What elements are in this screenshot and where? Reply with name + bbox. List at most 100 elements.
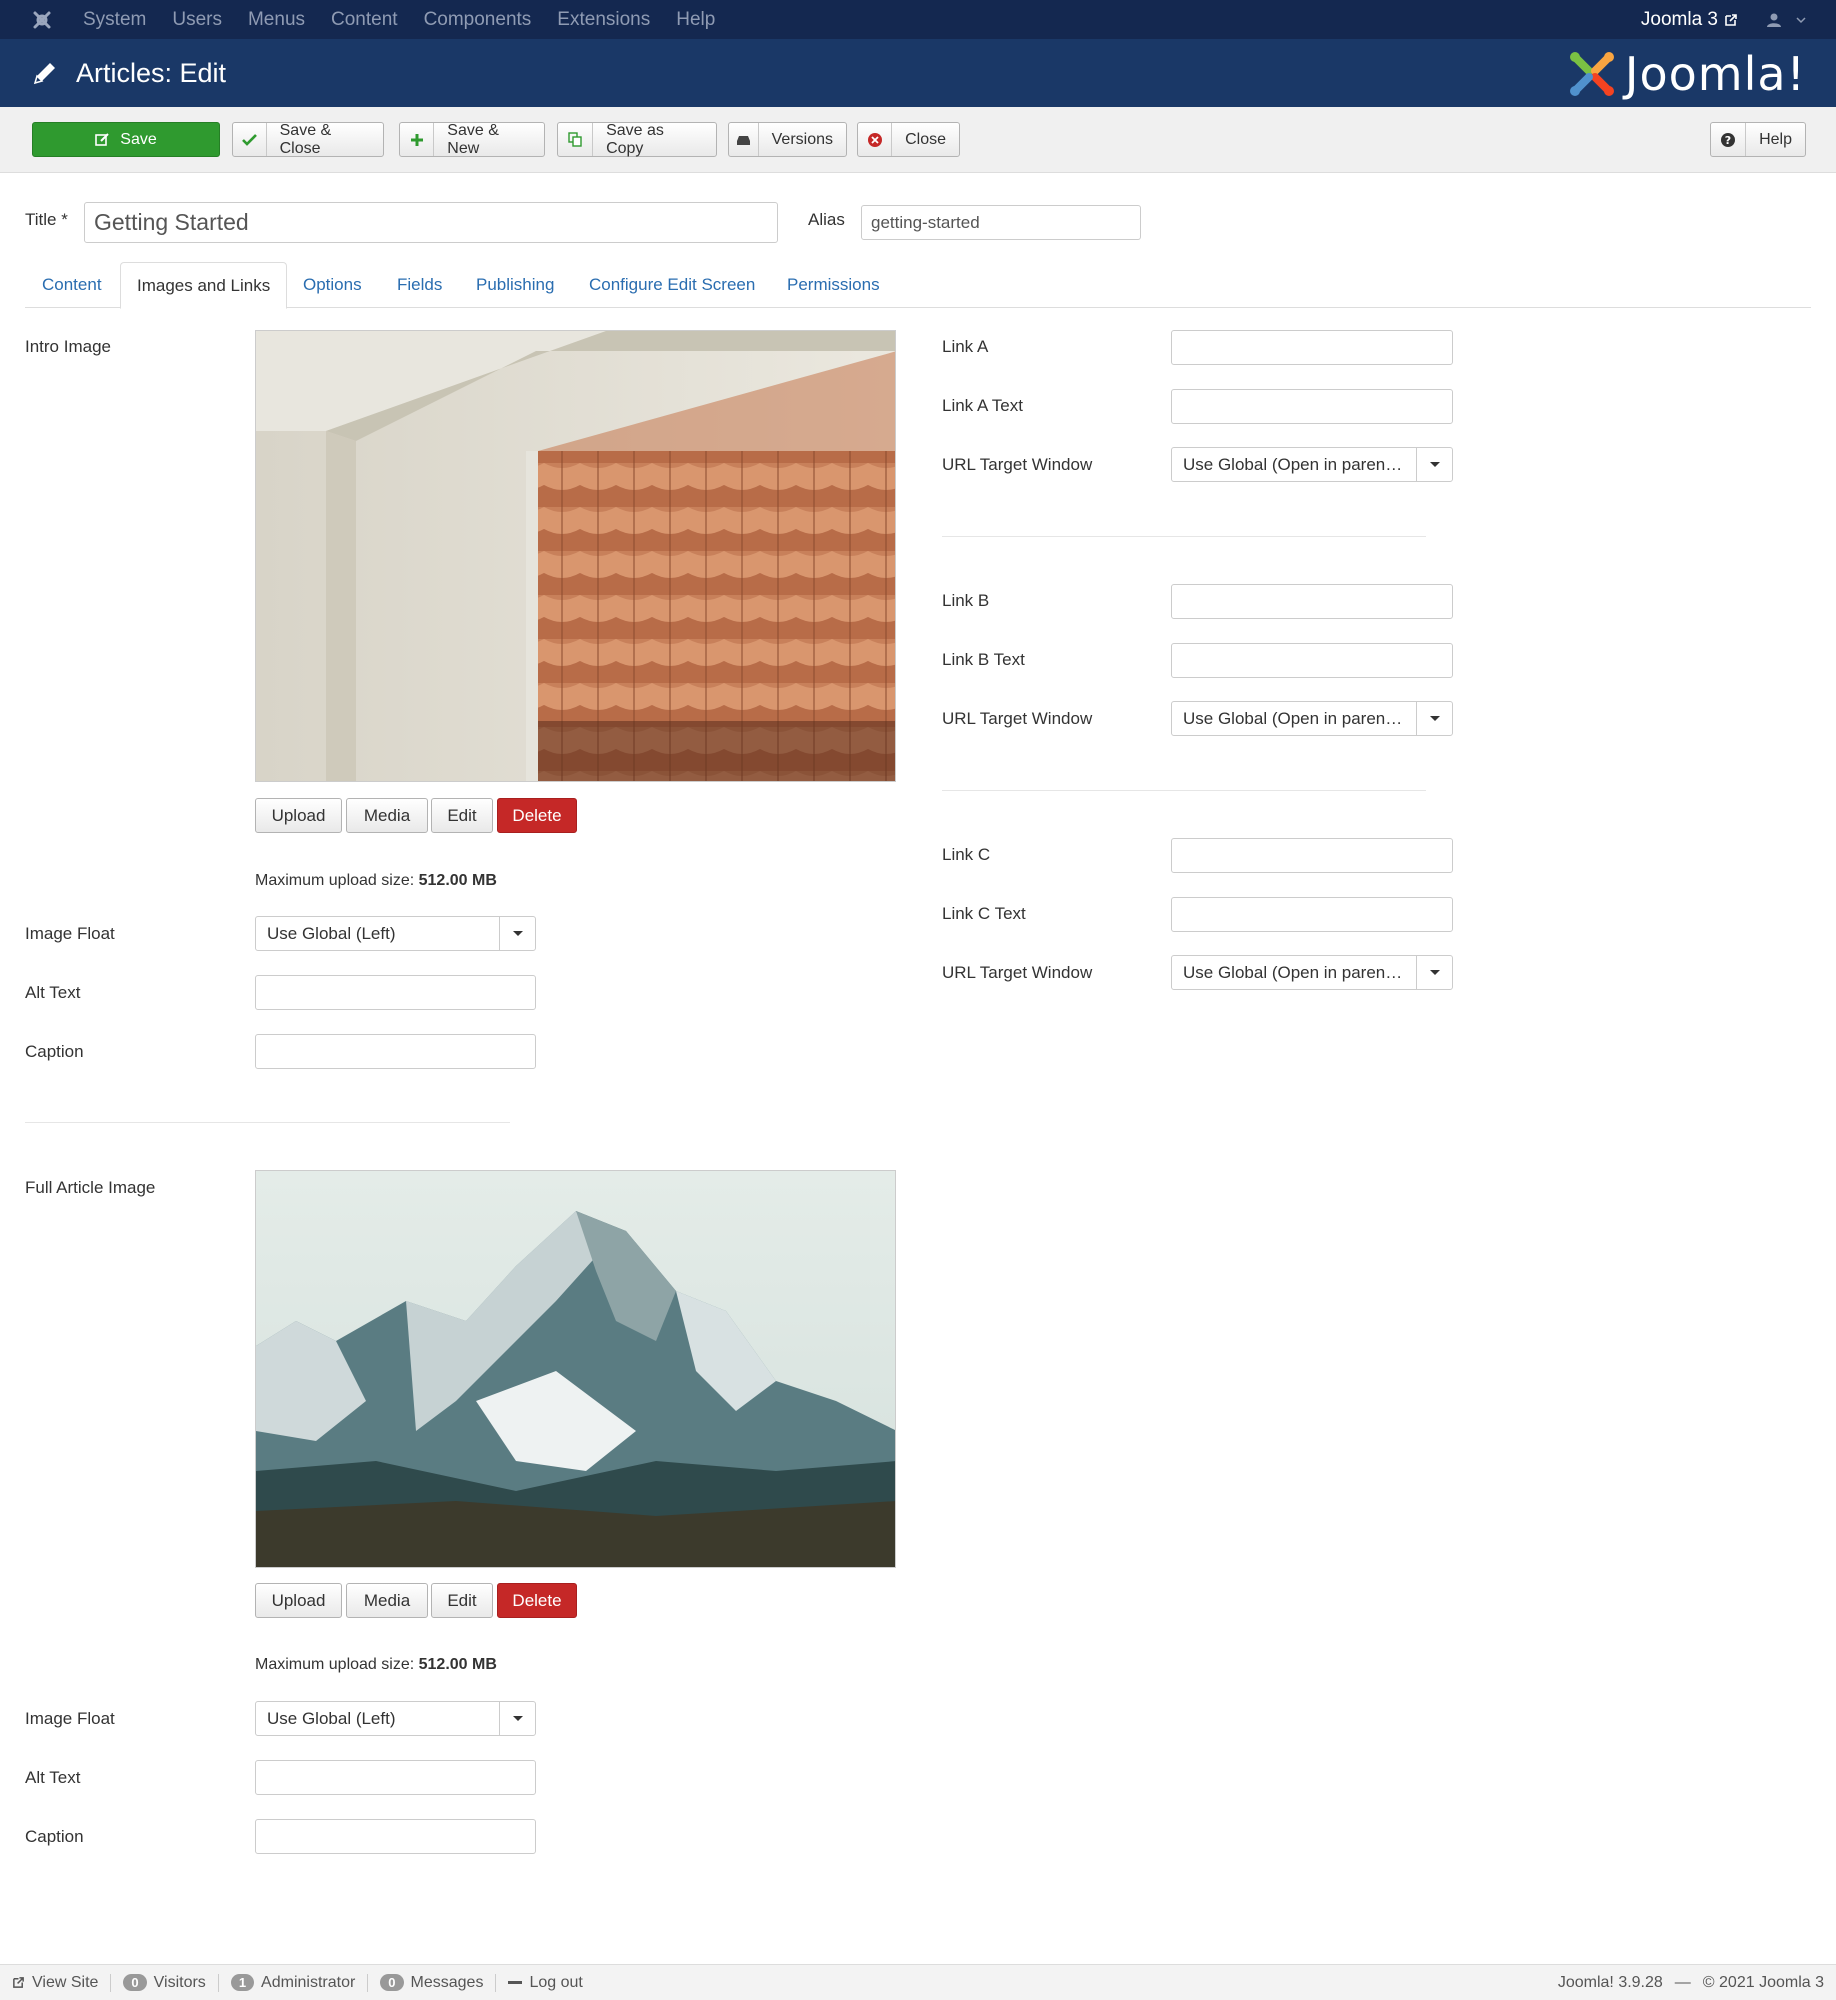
messages-label: Messages [410, 1973, 484, 1991]
intro-upload-button[interactable]: Upload [255, 798, 342, 833]
tab-publishing[interactable]: Publishing [476, 262, 554, 308]
page-header: Articles: Edit Joomla! [0, 39, 1836, 107]
intro-upload-note: Maximum upload size: 512.00 MB [255, 872, 497, 890]
close-circle-icon [858, 123, 893, 156]
full-edit-button[interactable]: Edit [431, 1583, 493, 1618]
target-b-label: URL Target Window [942, 709, 1093, 728]
menu-help[interactable]: Help [663, 9, 728, 31]
target-c-value: Use Global (Open in parent w… [1183, 962, 1416, 982]
joomla-mini-logo-icon[interactable] [28, 6, 56, 34]
logout-label: Log out [529, 1973, 583, 1991]
full-media-button[interactable]: Media [346, 1583, 428, 1618]
tab-content[interactable]: Content [42, 262, 102, 308]
status-bar: View Site 0 Visitors 1 Administrator 0 M… [0, 1964, 1836, 2000]
target-c-select[interactable]: Use Global (Open in parent w… [1171, 955, 1453, 990]
help-button[interactable]: ? Help [1710, 122, 1806, 157]
versions-button[interactable]: Versions [728, 122, 847, 157]
target-a-select[interactable]: Use Global (Open in parent w… [1171, 447, 1453, 482]
messages-link[interactable]: 0 Messages [368, 1973, 497, 1992]
menu-components[interactable]: Components [411, 9, 545, 31]
tab-fields[interactable]: Fields [397, 262, 442, 308]
target-b-select[interactable]: Use Global (Open in parent w… [1171, 701, 1453, 736]
save-button[interactable]: Save [32, 122, 220, 157]
alias-input[interactable]: getting-started [861, 205, 1141, 240]
version-label: Joomla! 3.9.28 [1557, 1974, 1663, 1991]
full-upload-note: Maximum upload size: 512.00 MB [255, 1656, 497, 1674]
title-input[interactable]: Getting Started [84, 202, 778, 243]
caret-down-icon [1416, 702, 1452, 735]
view-site-link[interactable]: View Site [0, 1973, 112, 1992]
save-button-label: Save [120, 130, 157, 148]
link-b-text-label: Link B Text [942, 650, 1025, 669]
tab-options[interactable]: Options [303, 262, 362, 308]
intro-alt-label: Alt Text [25, 983, 81, 1002]
close-button[interactable]: Close [857, 122, 960, 157]
title-label: Title * [25, 210, 68, 229]
save-close-label: Save & Close [279, 121, 332, 157]
link-c-label: Link C [942, 845, 991, 864]
administrator-link[interactable]: 1 Administrator [219, 1973, 369, 1992]
intro-upload-note-prefix: Maximum upload size: [255, 872, 419, 889]
intro-caption-label: Caption [25, 1042, 84, 1061]
help-label: Help [1759, 130, 1792, 148]
link-c-input[interactable] [1171, 838, 1453, 873]
visitors-count-badge: 0 [123, 1974, 147, 1991]
copyright-label: © 2021 Joomla 3 [1702, 1974, 1824, 1991]
menu-content[interactable]: Content [318, 9, 411, 31]
intro-float-select[interactable]: Use Global (Left) [255, 916, 536, 951]
full-delete-button[interactable]: Delete [497, 1583, 577, 1618]
link-b-text-input[interactable] [1171, 643, 1453, 678]
link-a-input[interactable] [1171, 330, 1453, 365]
link-a-text-input[interactable] [1171, 389, 1453, 424]
svg-text:?: ? [1725, 134, 1731, 147]
user-icon [1767, 13, 1781, 27]
messages-count-badge: 0 [380, 1974, 404, 1991]
logout-link[interactable]: Log out [496, 1974, 594, 1992]
intro-float-label: Image Float [25, 924, 115, 943]
intro-delete-button[interactable]: Delete [497, 798, 577, 833]
tab-bar: Content Images and Links Options Fields … [25, 262, 1811, 309]
tab-configure-edit-screen[interactable]: Configure Edit Screen [589, 262, 755, 308]
full-image-label: Full Article Image [25, 1178, 156, 1197]
close-label: Close [905, 130, 946, 148]
tab-permissions[interactable]: Permissions [787, 262, 880, 308]
full-alt-label: Alt Text [25, 1768, 81, 1787]
save-new-button[interactable]: Save & New [399, 122, 545, 157]
menu-extensions[interactable]: Extensions [544, 9, 663, 31]
full-alt-input[interactable] [255, 1760, 536, 1795]
site-link[interactable]: Joomla 3 [1641, 9, 1738, 31]
view-site-label: View Site [32, 1973, 99, 1991]
full-upload-button[interactable]: Upload [255, 1583, 342, 1618]
full-image-preview [255, 1170, 896, 1568]
tab-images-and-links[interactable]: Images and Links [120, 262, 288, 309]
intro-edit-button[interactable]: Edit [431, 798, 493, 833]
link-divider-a [942, 536, 1426, 537]
full-caption-input[interactable] [255, 1819, 536, 1854]
link-b-label: Link B [942, 591, 990, 610]
intro-alt-input[interactable] [255, 975, 536, 1010]
visitors-link[interactable]: 0 Visitors [111, 1973, 219, 1992]
intro-media-button[interactable]: Media [346, 798, 428, 833]
user-menu[interactable] [1766, 12, 1806, 28]
link-b-input[interactable] [1171, 584, 1453, 619]
target-a-value: Use Global (Open in parent w… [1183, 454, 1416, 474]
menu-menus[interactable]: Menus [235, 9, 318, 31]
target-a-label: URL Target Window [942, 455, 1093, 474]
full-float-select[interactable]: Use Global (Left) [255, 1701, 536, 1736]
joomla-logo: Joomla! [1567, 47, 1806, 101]
link-c-text-label: Link C Text [942, 904, 1026, 923]
caret-down-icon [499, 917, 535, 950]
version-info: Joomla! 3.9.28 — © 2021 Joomla 3 [1558, 1965, 1824, 2000]
save-close-button[interactable]: Save & Close [232, 122, 384, 157]
chevron-down-icon [1796, 16, 1806, 23]
admin-count-badge: 1 [230, 1974, 255, 1991]
save-copy-button[interactable]: Save as Copy [557, 122, 717, 157]
intro-caption-input[interactable] [255, 1034, 536, 1069]
menu-system[interactable]: System [70, 9, 159, 31]
full-float-value: Use Global (Left) [267, 1708, 396, 1728]
menu-users[interactable]: Users [159, 9, 235, 31]
link-divider-b [942, 790, 1426, 791]
check-icon [233, 123, 267, 156]
link-c-text-input[interactable] [1171, 897, 1453, 932]
question-icon: ? [1711, 123, 1747, 156]
